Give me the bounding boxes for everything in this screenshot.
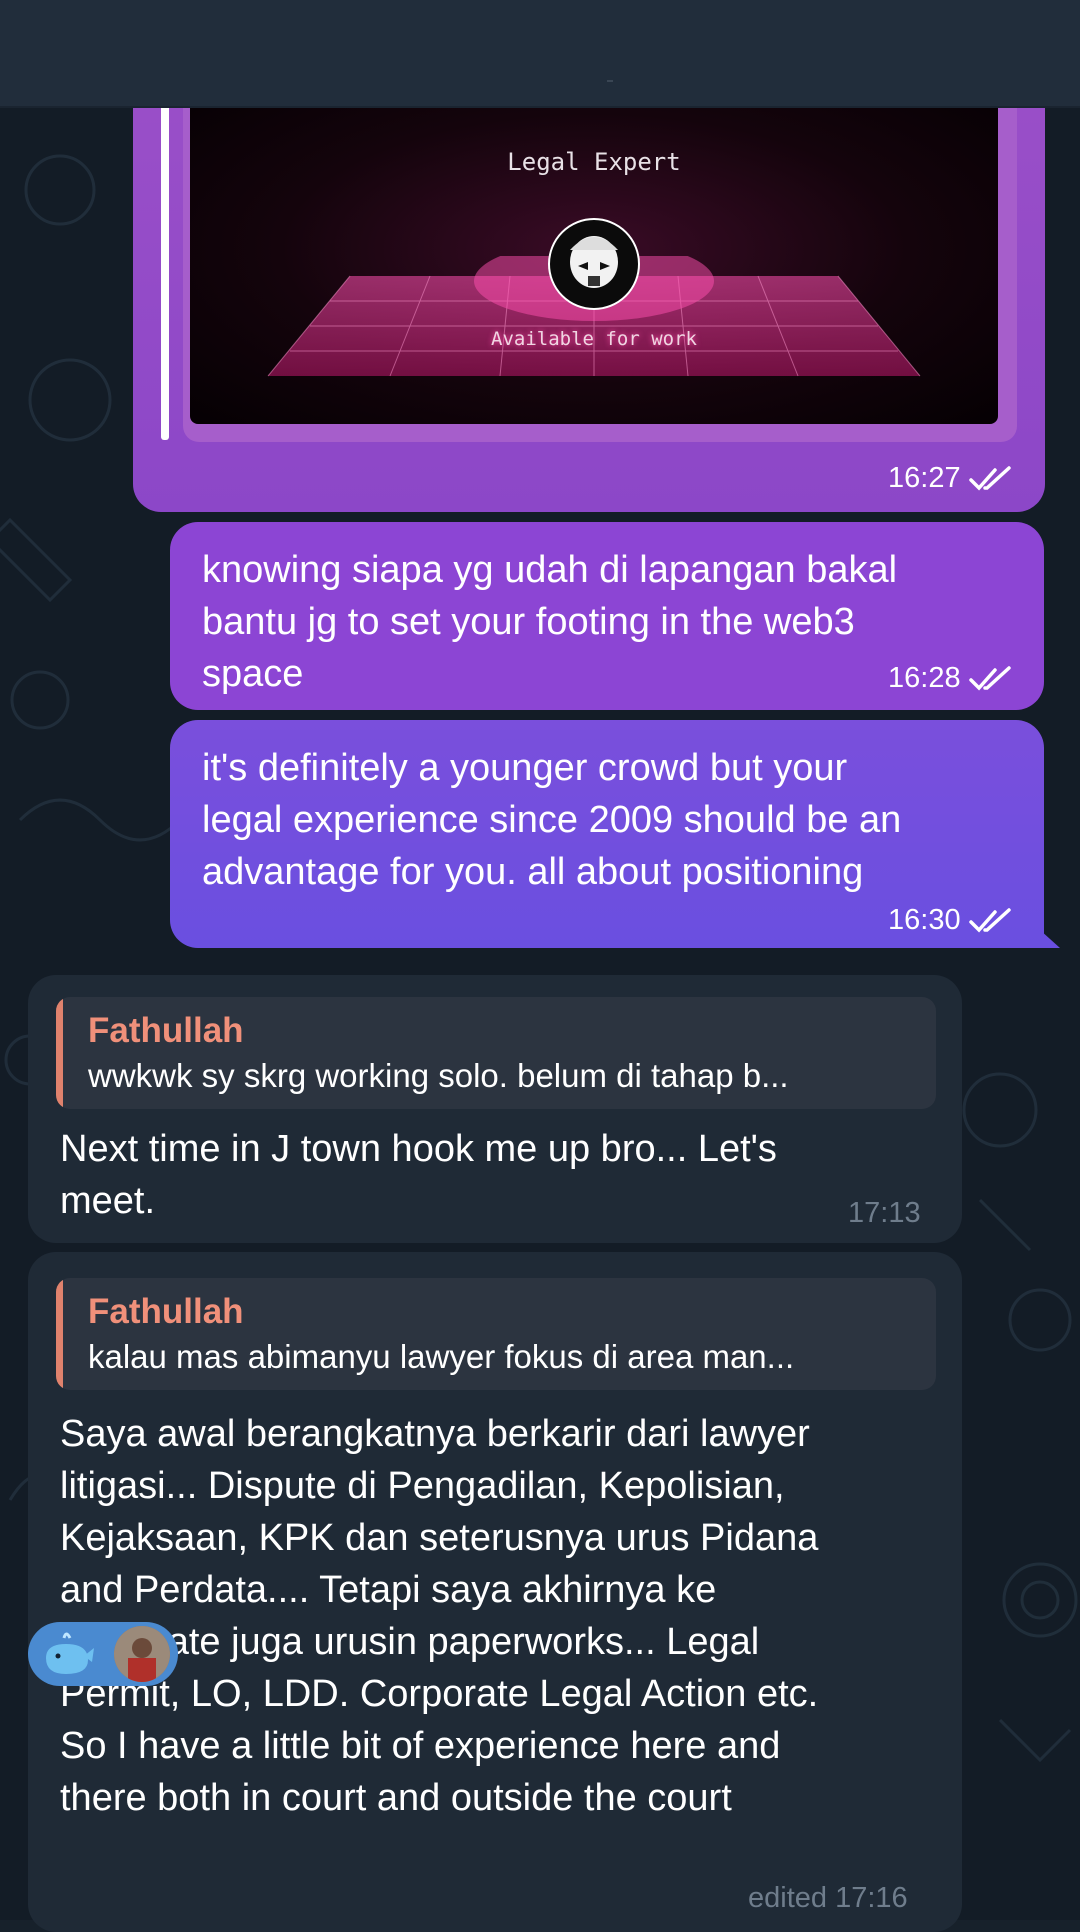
message-line: Next time in J town hook me up bro... Le…	[60, 1128, 777, 1170]
quote-author: Fathullah	[88, 1292, 244, 1331]
time-text: 16:30	[888, 904, 961, 936]
message-line: litigasi... Dispute di Pengadilan, Kepol…	[60, 1465, 785, 1507]
quote-accent-bar	[56, 1278, 63, 1390]
message-timestamp: 16:30	[888, 904, 1013, 937]
preview-accent-bar	[161, 80, 169, 440]
double-check-icon	[968, 907, 1011, 933]
message-line: bantu jg to set your footing in the web3	[202, 601, 855, 643]
preview-subtitle: Available for work	[491, 328, 697, 350]
topbar-indicator	[607, 80, 613, 82]
message-timestamp: 17:13	[848, 1197, 921, 1229]
incoming-message[interactable]: Fathullah kalau mas abimanyu lawyer foku…	[28, 1252, 962, 1932]
message-line: Permit, LO, LDD. Corporate Legal Action …	[60, 1673, 819, 1715]
top-app-bar	[0, 0, 1080, 108]
message-line: knowing siapa yg udah di lapangan bakal	[202, 549, 898, 591]
message-line: and Perdata.... Tetapi saya akhirnya ke	[60, 1569, 717, 1611]
reply-quote[interactable]: Fathullah kalau mas abimanyu lawyer foku…	[56, 1278, 936, 1390]
link-preview-image[interactable]: Legal Expert Available for work	[190, 106, 998, 424]
incoming-message[interactable]: Fathullah wwkwk sy skrg working solo. be…	[28, 975, 962, 1243]
message-timestamp: edited 17:16	[748, 1882, 908, 1914]
stormtrooper-avatar-icon	[548, 218, 640, 310]
quote-author: Fathullah	[88, 1011, 244, 1050]
quote-text: wwkwk sy skrg working solo. belum di tah…	[88, 1057, 789, 1094]
message-line: So I have a little bit of experience her…	[60, 1725, 781, 1767]
message-text: Next time in J town hook me up bro... Le…	[60, 1123, 777, 1227]
preview-title: Legal Expert	[507, 148, 681, 176]
quote-text: kalau mas abimanyu lawyer fokus di area …	[88, 1338, 795, 1375]
double-check-icon	[968, 665, 1011, 691]
time-text: 16:28	[888, 662, 961, 694]
message-line: Kejaksaan, KPK dan seterusnya urus Pidan…	[60, 1517, 819, 1559]
reply-quote[interactable]: Fathullah wwkwk sy skrg working solo. be…	[56, 997, 936, 1109]
message-line: it's definitely a younger crowd but your	[202, 747, 848, 789]
quote-accent-bar	[56, 997, 63, 1109]
message-line: there both in court and outside the cour…	[60, 1777, 732, 1819]
time-text: 16:27	[888, 462, 961, 494]
message-line: Saya awal berangkatnya berkarir dari law…	[60, 1413, 810, 1455]
reactor-avatar	[114, 1626, 170, 1682]
double-check-icon	[968, 465, 1011, 491]
message-text: Saya awal berangkatnya berkarir dari law…	[60, 1408, 818, 1824]
message-line: advantage for you. all about positioning	[202, 851, 864, 893]
whale-emoji-icon	[46, 1632, 94, 1674]
reaction-chip[interactable]	[28, 1622, 178, 1686]
message-timestamp: 16:27	[888, 462, 1013, 495]
message-line: legal experience since 2009 should be an	[202, 799, 902, 841]
message-line: meet.	[60, 1180, 156, 1222]
message-timestamp: 16:28	[888, 662, 1013, 695]
